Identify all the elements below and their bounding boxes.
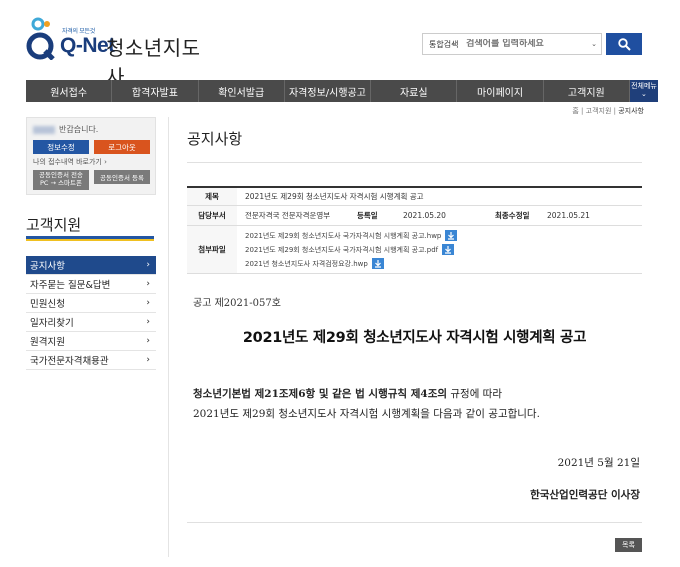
cert-transfer-button[interactable]: 공동인증서 전송 PC → 스마트폰: [33, 170, 89, 190]
nav-item-results[interactable]: 합격자발표: [112, 80, 199, 102]
chevron-right-icon: ›: [146, 298, 150, 308]
application-history-label: 나의 접수내역 바로가기: [33, 158, 102, 166]
sidebar-title: 고객지원: [26, 216, 82, 234]
announcement-heading: 2021년도 제29회 청소년지도사 자격시험 시행계획 공고: [242, 330, 587, 346]
edit-info-button[interactable]: 정보수정: [33, 140, 89, 154]
sidebar-item-label: 원격지원: [30, 337, 65, 348]
announcement-body-line1: 청소년기본법 제21조제6항 및 같은 법 시행규칙 제4조의 규정에 따라: [193, 386, 502, 401]
reg-date-label: 등록일: [357, 211, 378, 220]
info-row-files: 첨부파일 2021년도 제29회 청소년지도사 국가자격시험 시행계획 공고.h…: [187, 226, 642, 274]
announcement-date: 2021년 5월 21일: [557, 457, 640, 469]
attachment-name: 2021년도 제29회 청소년지도사 국가자격시험 시행계획 공고.hwp: [245, 231, 442, 240]
info-row-meta: 담당부서 전문자격국 전문자격운영부 등록일 2021.05.20 최종수정일 …: [187, 206, 642, 226]
legal-basis: 청소년기본법 제21조제6항 및 같은 법 시행규칙 제4조의: [193, 388, 448, 400]
attachment-name: 2021년 청소년지도사 자격검정요강.hwp: [245, 259, 368, 268]
all-menu-button[interactable]: 전체메뉴 ⌄: [629, 80, 658, 102]
chevron-down-icon: ⌄: [450, 39, 457, 47]
sidebar-item-civil-request[interactable]: 민원신청 ›: [26, 294, 156, 313]
mod-date-label: 최종수정일: [495, 211, 530, 220]
sidebar-item-remote-support[interactable]: 원격지원 ›: [26, 332, 156, 351]
attachment-list: 2021년도 제29회 청소년지도사 국가자격시험 시행계획 공고.hwp 20…: [237, 230, 458, 269]
attachment-item[interactable]: 2021년 청소년지도사 자격검정요강.hwp: [245, 258, 457, 269]
content-divider: [168, 117, 169, 557]
breadcrumb: 홈 | 고객지원 | 공지사항: [572, 106, 644, 116]
dept-value: 전문자격국 전문자격운영부: [245, 211, 331, 220]
nav-item-mypage[interactable]: 마이페이지: [457, 80, 544, 102]
sidebar-title-accent: [26, 239, 154, 241]
files-label: 첨부파일: [187, 226, 237, 273]
breadcrumb-sep: |: [581, 107, 584, 115]
chevron-down-icon[interactable]: ⌄: [591, 40, 601, 48]
search-icon: [617, 37, 631, 51]
breadcrumb-support[interactable]: 고객지원: [586, 107, 612, 115]
application-history-link[interactable]: 나의 접수내역 바로가기 ›: [33, 157, 107, 167]
search-button[interactable]: [606, 33, 642, 55]
dept-label: 담당부서: [187, 206, 237, 225]
page-title: 공지사항: [187, 130, 243, 148]
attachment-item[interactable]: 2021년도 제29회 청소년지도사 국가자격시험 시행계획 공고.hwp: [245, 230, 458, 241]
announcement-number: 공고 제2021-057호: [193, 298, 281, 309]
mod-date-value: 2021.05.21: [547, 211, 590, 220]
download-icon[interactable]: [445, 230, 458, 241]
chevron-right-icon: ›: [146, 279, 150, 289]
breadcrumb-home[interactable]: 홈: [572, 107, 578, 115]
bottom-divider: [187, 522, 642, 523]
title-label: 제목: [187, 188, 237, 205]
sidebar-item-label: 공지사항: [30, 261, 65, 272]
nav-item-apply[interactable]: 원서접수: [26, 80, 113, 102]
sidebar-item-faq[interactable]: 자주묻는 질문&답변 ›: [26, 275, 156, 294]
cert-transfer-sublabel: PC → 스마트폰: [40, 178, 82, 187]
notice-info-table: 제목 2021년도 제29회 청소년지도사 자격시험 시행계획 공고 담당부서 …: [187, 186, 642, 274]
download-icon[interactable]: [442, 244, 455, 255]
search-scope-select[interactable]: 통합검색 ⌄: [423, 34, 462, 54]
user-name-redacted: [33, 125, 55, 134]
search-bar: 통합검색 ⌄ ⌄: [422, 33, 602, 55]
chevron-right-circle-icon: ›: [104, 158, 107, 166]
chevron-right-icon: ›: [146, 260, 150, 270]
reg-date-value: 2021.05.20: [403, 211, 446, 220]
chevron-right-icon: ›: [146, 355, 150, 365]
chevron-right-icon: ›: [146, 336, 150, 346]
breadcrumb-current: 공지사항: [618, 107, 644, 115]
login-box: 반갑습니다. 정보수정 로그아웃 나의 접수내역 바로가기 › 공동인증서 전송…: [26, 117, 156, 195]
logout-button[interactable]: 로그아웃: [94, 140, 150, 154]
body-rest: 규정에 따라: [447, 388, 503, 400]
sidebar-menu: 공지사항 › 자주묻는 질문&답변 › 민원신청 › 일자리찾기 › 원격지원 › 국가전…: [26, 256, 156, 370]
qnet-logo[interactable]: 자격의 모든것 Q-Net 청소년지도사: [26, 16, 216, 89]
cert-register-button[interactable]: 공동인증서 등록: [94, 170, 150, 184]
sidebar-item-notices[interactable]: 공지사항 ›: [26, 256, 156, 275]
title-divider: [187, 162, 642, 163]
search-input[interactable]: [462, 39, 592, 49]
announcement-signature: 한국산업인력공단 이사장: [530, 489, 640, 501]
main-nav: 원서접수 합격자발표 확인서발급 자격정보/시행공고 자료실 마이페이지 고객지…: [26, 80, 658, 102]
sidebar-item-recruitment[interactable]: 국가전문자격채용관 ›: [26, 351, 156, 370]
chevron-right-icon: ›: [146, 317, 150, 327]
nav-item-support[interactable]: 고객지원: [544, 80, 630, 102]
sidebar-item-label: 국가전문자격채용관: [30, 356, 109, 367]
login-greeting: 반갑습니다.: [33, 124, 98, 135]
announcement-body-line2: 2021년도 제29회 청소년지도사 자격시험 시행계획을 다음과 같이 공고합…: [193, 408, 540, 420]
sidebar-item-label: 민원신청: [30, 299, 65, 310]
nav-item-certificate[interactable]: 확인서발급: [199, 80, 285, 102]
download-icon[interactable]: [371, 258, 384, 269]
attachment-name: 2021년도 제29회 청소년지도사 국가자격시험 시행계획 공고.pdf: [245, 245, 439, 254]
list-button[interactable]: 목록: [615, 538, 642, 552]
qnet-logo-icon: [26, 17, 55, 60]
title-value: 2021년도 제29회 청소년지도사 자격시험 시행계획 공고: [245, 192, 424, 201]
breadcrumb-sep: |: [613, 107, 616, 115]
nav-item-exam-info[interactable]: 자격정보/시행공고: [285, 80, 372, 102]
attachment-item[interactable]: 2021년도 제29회 청소년지도사 국가자격시험 시행계획 공고.pdf: [245, 244, 457, 255]
nav-item-library[interactable]: 자료실: [371, 80, 458, 102]
sidebar-item-label: 자주묻는 질문&답변: [30, 280, 111, 291]
login-greeting-text: 반갑습니다.: [59, 125, 99, 134]
sidebar-item-jobs[interactable]: 일자리찾기 ›: [26, 313, 156, 332]
chevron-down-icon: ⌄: [641, 90, 647, 98]
sidebar-item-label: 일자리찾기: [30, 318, 74, 329]
info-row-title: 제목 2021년도 제29회 청소년지도사 자격시험 시행계획 공고: [187, 188, 642, 206]
